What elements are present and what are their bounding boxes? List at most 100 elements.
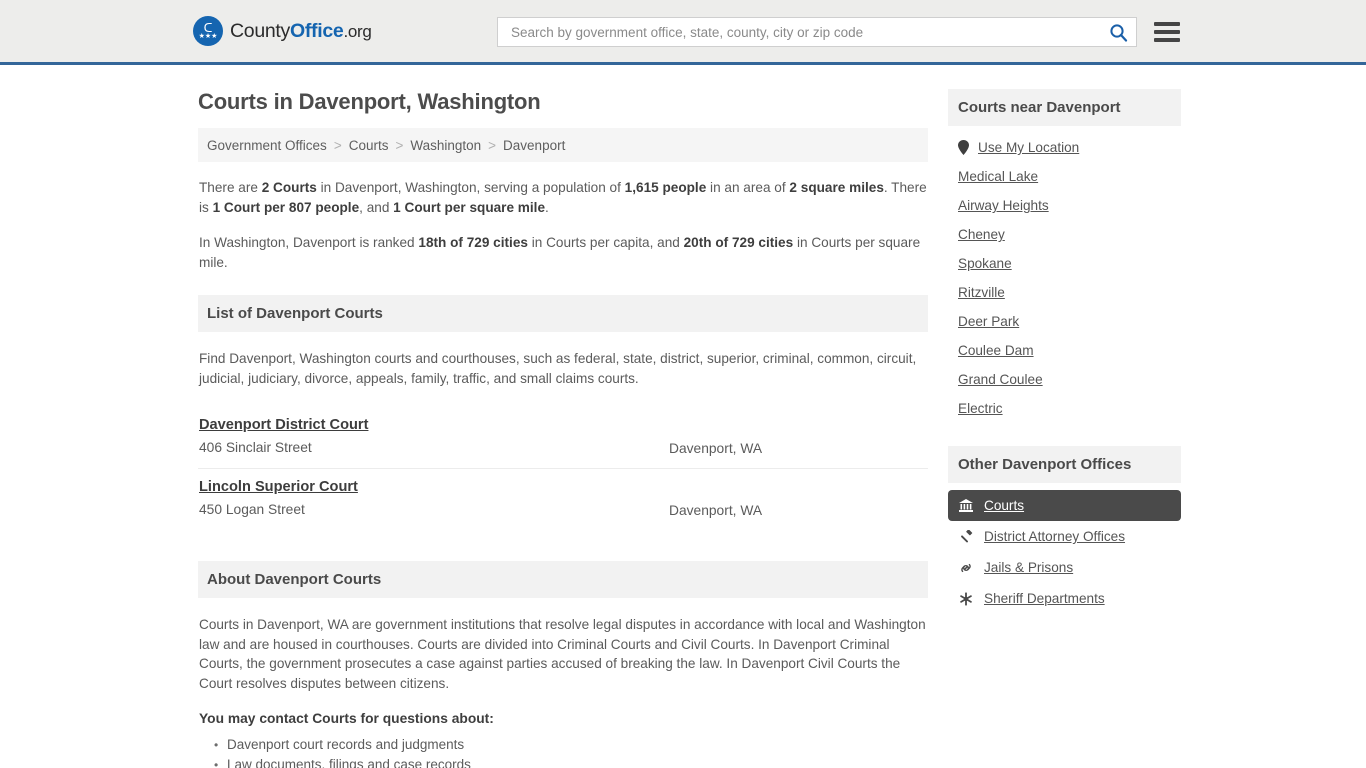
breadcrumb-item-courts[interactable]: Courts — [349, 138, 389, 153]
nearby-heading: Courts near Davenport — [958, 99, 1121, 116]
site-logo[interactable]: ᑕ ★★★ CountyOffice.org — [193, 16, 372, 46]
court-address: 406 Sinclair Street — [199, 440, 312, 455]
sidebar-item-airway-heights[interactable]: Airway Heights — [948, 191, 1181, 220]
table-row: Davenport District Court 406 Sinclair St… — [198, 407, 928, 469]
court-list: Davenport District Court 406 Sinclair St… — [198, 407, 928, 530]
sidebar-item-jails-prisons[interactable]: Jails & Prisons — [948, 552, 1181, 583]
court-city: Davenport, WA — [669, 503, 763, 518]
intro-text: in Davenport, Washington, serving a popu… — [316, 180, 625, 195]
other-offices-heading: Other Davenport Offices — [958, 456, 1132, 473]
nearby-city-link[interactable]: Ritzville — [958, 285, 1005, 300]
intro-rank-square-mile: 20th of 729 cities — [683, 235, 794, 250]
sidebar-item-electric[interactable]: Electric — [948, 394, 1181, 423]
sidebar-item-ritzville[interactable]: Ritzville — [948, 278, 1181, 307]
other-offices-block: Other Davenport Offices Courts District … — [948, 446, 1181, 614]
nearby-city-link[interactable]: Spokane — [958, 256, 1012, 271]
court-name-link[interactable]: Lincoln Superior Court — [199, 479, 358, 495]
header-search-area — [497, 17, 1180, 47]
nearby-city-link[interactable]: Medical Lake — [958, 169, 1038, 184]
intro-section: There are 2 Courts in Davenport, Washing… — [198, 178, 928, 272]
list-item: Law documents, filings and case records — [214, 755, 928, 768]
page-body: Courts in Davenport, Washington Governme… — [0, 65, 1366, 768]
list-item: Davenport court records and judgments — [214, 735, 928, 755]
intro-stat-area: 2 square miles — [789, 180, 884, 195]
sidebar-item-use-my-location[interactable]: Use My Location — [948, 133, 1181, 162]
site-header: ᑕ ★★★ CountyOffice.org — [0, 0, 1366, 65]
search-box[interactable] — [497, 17, 1137, 47]
intro-text: in Courts per capita, and — [527, 235, 684, 250]
contact-heading: You may contact Courts for questions abo… — [199, 711, 494, 727]
gavel-icon — [958, 529, 974, 544]
courthouse-icon — [958, 499, 974, 512]
court-city: Davenport, WA — [669, 441, 763, 456]
intro-text: in an area of — [706, 180, 790, 195]
breadcrumb-item-washington[interactable]: Washington — [410, 138, 481, 153]
nearby-links: Use My Location Medical Lake Airway Heig… — [948, 126, 1181, 423]
search-icon[interactable] — [1109, 23, 1128, 42]
nearby-city-link[interactable]: Cheney — [958, 227, 1005, 242]
sidebar-item-district-attorney-offices[interactable]: District Attorney Offices — [948, 521, 1181, 552]
intro-rank-capita: 18th of 729 cities — [418, 235, 528, 250]
countyoffice-emblem-icon: ᑕ ★★★ — [193, 16, 223, 46]
intro-paragraph-1: There are 2 Courts in Davenport, Washing… — [199, 178, 927, 217]
logo-text-county: County — [230, 19, 290, 42]
breadcrumb-separator: > — [488, 137, 497, 153]
sidebar-item-grand-coulee[interactable]: Grand Coulee — [948, 365, 1181, 394]
hamburger-bar-3 — [1154, 38, 1180, 42]
nearby-city-link[interactable]: Coulee Dam — [958, 343, 1034, 358]
intro-text: . — [545, 199, 549, 215]
map-pin-icon — [958, 140, 969, 155]
sidebar: Courts near Davenport Use My Location Me… — [948, 89, 1181, 768]
hamburger-bar-2 — [1154, 30, 1180, 34]
office-link-courts[interactable]: Courts — [984, 498, 1024, 513]
list-section-description: Find Davenport, Washington courts and co… — [199, 351, 917, 386]
breadcrumb-separator: > — [333, 137, 342, 153]
sheriff-badge-icon — [958, 591, 974, 606]
logo-wordmark: CountyOffice.org — [230, 20, 372, 43]
contact-list: Davenport court records and judgments La… — [198, 735, 928, 768]
sidebar-item-medical-lake[interactable]: Medical Lake — [948, 162, 1181, 191]
list-section-header: List of Davenport Courts — [198, 295, 928, 332]
court-name-link[interactable]: Davenport District Court — [199, 417, 368, 433]
hamburger-bar-1 — [1154, 22, 1180, 26]
sidebar-item-courts[interactable]: Courts — [948, 490, 1181, 521]
intro-text: In Washington, Davenport is ranked — [199, 235, 419, 250]
breadcrumb-item-government-offices[interactable]: Government Offices — [207, 138, 327, 153]
breadcrumb-separator: > — [395, 137, 404, 153]
sidebar-item-deer-park[interactable]: Deer Park — [948, 307, 1181, 336]
nearby-city-link[interactable]: Airway Heights — [958, 198, 1049, 213]
nearby-city-link[interactable]: Electric — [958, 401, 1003, 416]
intro-text: , and — [359, 199, 394, 215]
handcuffs-link-icon — [958, 561, 974, 575]
main-column: Courts in Davenport, Washington Governme… — [198, 65, 928, 768]
sidebar-item-cheney[interactable]: Cheney — [948, 220, 1181, 249]
about-section-header: About Davenport Courts — [198, 561, 928, 598]
intro-stat-population: 1,615 people — [624, 180, 707, 195]
use-my-location-label[interactable]: Use My Location — [978, 140, 1079, 155]
intro-stat-courts: 2 Courts — [261, 180, 317, 195]
sidebar-item-coulee-dam[interactable]: Coulee Dam — [948, 336, 1181, 365]
intro-text: There are — [199, 180, 262, 195]
hamburger-menu-icon[interactable] — [1154, 22, 1180, 42]
intro-paragraph-2: In Washington, Davenport is ranked 18th … — [199, 233, 927, 272]
logo-text-office: Office — [290, 19, 344, 42]
nearby-section-header: Courts near Davenport — [948, 89, 1181, 126]
stars-glyph: ★★★ — [198, 33, 218, 40]
sidebar-item-sheriff-departments[interactable]: Sheriff Departments — [948, 583, 1181, 614]
page-title: Courts in Davenport, Washington — [198, 89, 541, 114]
nearby-city-link[interactable]: Deer Park — [958, 314, 1019, 329]
logo-text-org: .org — [343, 21, 372, 41]
intro-stat-per-people: 1 Court per 807 people — [212, 199, 360, 215]
nearby-city-link[interactable]: Grand Coulee — [958, 372, 1043, 387]
office-link-jails-prisons[interactable]: Jails & Prisons — [984, 560, 1073, 575]
other-offices-list: Courts District Attorney Offices Jails &… — [948, 483, 1181, 614]
search-input[interactable] — [509, 23, 1109, 41]
office-link-sheriff-departments[interactable]: Sheriff Departments — [984, 591, 1105, 606]
about-section-heading: About Davenport Courts — [207, 571, 382, 588]
about-paragraph: Courts in Davenport, WA are government i… — [199, 617, 926, 691]
table-row: Lincoln Superior Court 450 Logan Street … — [198, 469, 928, 530]
office-link-district-attorney[interactable]: District Attorney Offices — [984, 529, 1125, 544]
sidebar-item-spokane[interactable]: Spokane — [948, 249, 1181, 278]
breadcrumb: Government Offices > Courts > Washington… — [198, 128, 928, 162]
breadcrumb-item-davenport[interactable]: Davenport — [503, 138, 565, 153]
